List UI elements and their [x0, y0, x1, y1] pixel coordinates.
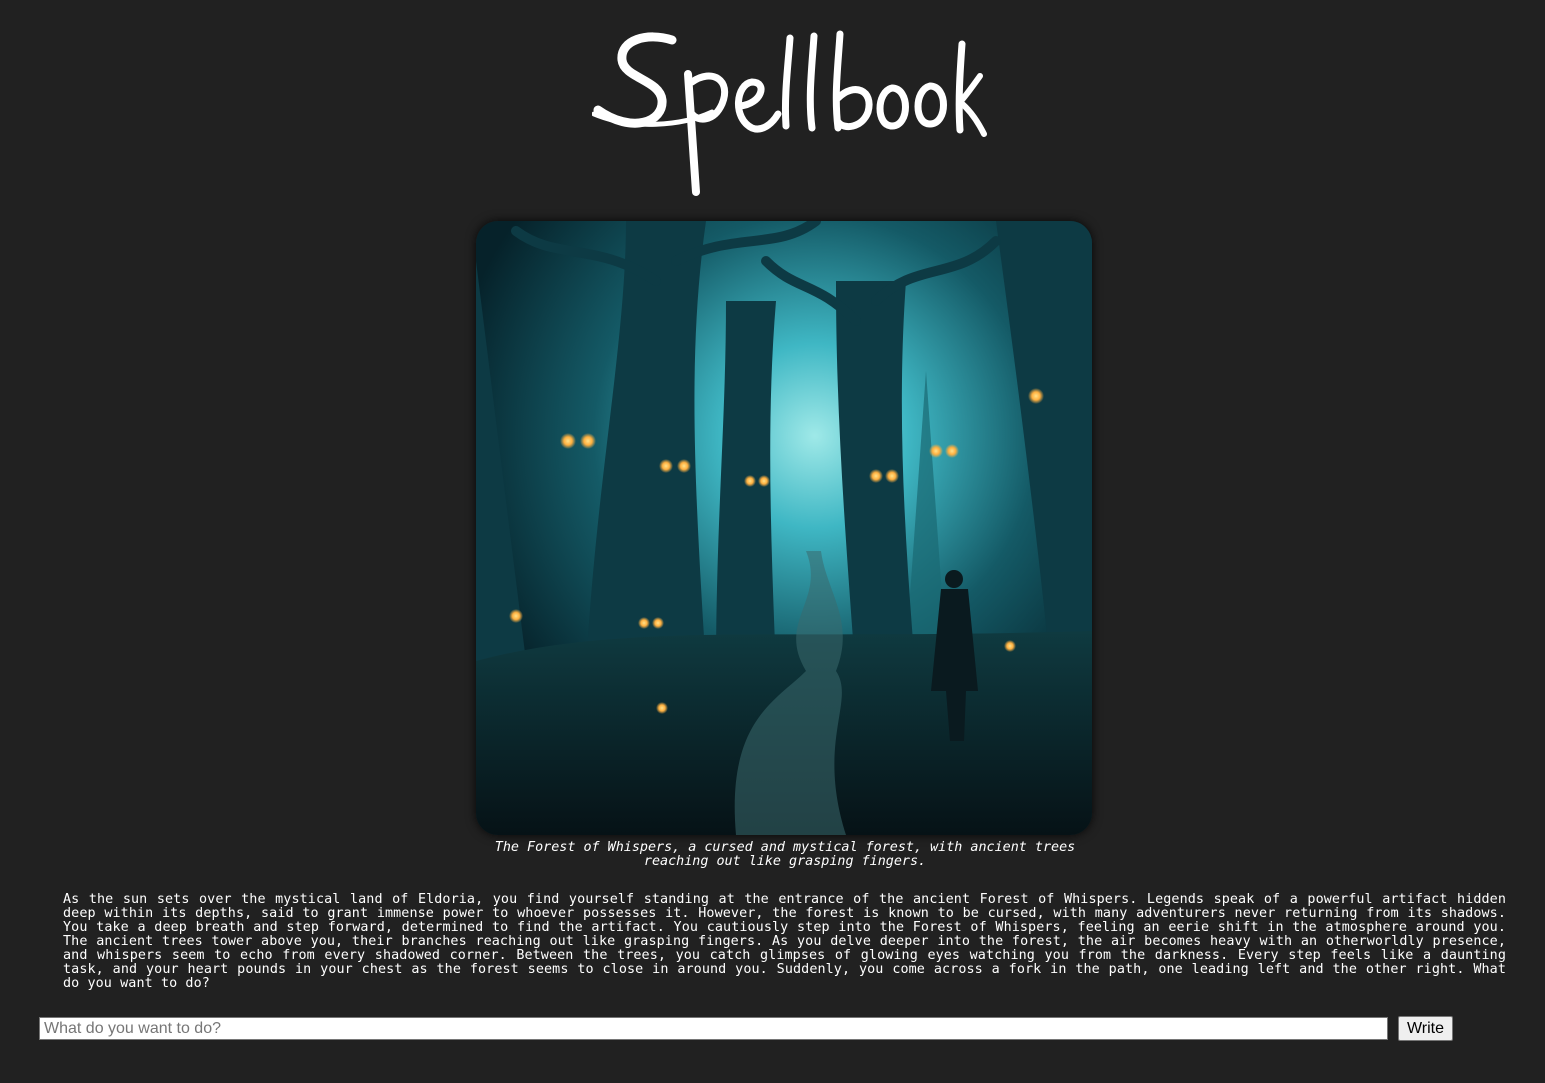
spellbook-logo [592, 26, 988, 198]
scene-image [476, 221, 1092, 835]
write-button[interactable]: Write [1398, 1016, 1453, 1041]
action-input[interactable] [39, 1017, 1388, 1040]
spellbook-logo-script [592, 30, 987, 196]
forest-illustration [476, 221, 1092, 835]
story-text: As the sun sets over the mystical land o… [63, 892, 1506, 991]
scene-caption: The Forest of Whispers, a cursed and mys… [494, 840, 1076, 869]
